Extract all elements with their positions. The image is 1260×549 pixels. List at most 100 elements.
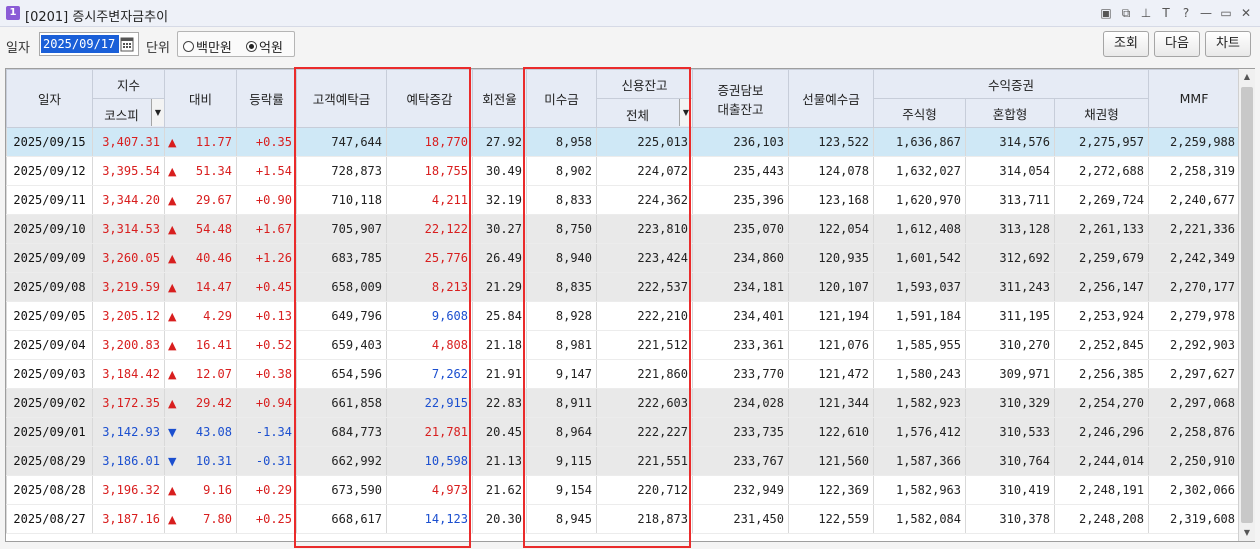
table-row[interactable]: 2025/08/27 3,187.16 ▲ 7.80 +0.25 668,617 14,12… [6, 504, 1241, 534]
table-row[interactable]: 2025/09/01 3,142.93 ▼ 43.08 -1.34 684,773 21,7… [6, 417, 1241, 447]
cell-stock: 1,636,867 [873, 127, 966, 157]
table-row[interactable]: 2025/08/28 3,196.32 ▲ 9.16 +0.29 673,590 4,973… [6, 475, 1241, 505]
cell-stock: 1,576,412 [873, 417, 966, 447]
cell-deposit: 649,796 [296, 301, 387, 331]
change-value: 7.80 [203, 512, 232, 526]
header-loan-line2: 대출잔고 [717, 101, 764, 117]
change-value: 51.34 [195, 164, 232, 178]
cell-bond: 2,275,957 [1053, 127, 1150, 157]
cell-deposit: 684,773 [296, 417, 387, 447]
maximize-icon[interactable]: ▭ [1218, 4, 1234, 22]
cell-mmf: 2,297,068 [1148, 388, 1241, 418]
cell-turnover: 27.92 [472, 127, 527, 157]
cell-change: ▲ 29.67 [164, 185, 237, 215]
font-icon[interactable]: T [1158, 4, 1174, 22]
table-row[interactable]: 2025/09/15 3,407.31 ▲ 11.77 +0.35 747,644 18,7… [6, 127, 1241, 157]
cell-turnover: 26.49 [472, 243, 527, 273]
table-row[interactable]: 2025/09/12 3,395.54 ▲ 51.34 +1.54 728,873 18,7… [6, 156, 1241, 186]
link-icon[interactable]: ▣ [1098, 4, 1114, 22]
cell-index: 3,186.01 [92, 446, 165, 476]
next-button[interactable]: 다음 [1154, 31, 1200, 57]
close-icon[interactable]: ✕ [1238, 4, 1254, 22]
cell-deposit-change: 14,123 [386, 504, 473, 534]
cell-credit: 223,810 [596, 214, 693, 244]
chevron-down-icon[interactable]: ▼ [151, 99, 164, 126]
cell-rate: +0.94 [236, 388, 297, 418]
cell-rate: +0.25 [236, 504, 297, 534]
chart-button[interactable]: 차트 [1205, 31, 1251, 57]
cell-bond: 2,259,679 [1053, 243, 1150, 273]
scroll-thumb[interactable] [1241, 87, 1253, 523]
cell-turnover: 20.30 [472, 504, 527, 534]
cell-stock: 1,582,923 [873, 388, 966, 418]
table-body: 2025/09/15 3,407.31 ▲ 11.77 +0.35 747,644 18,7… [6, 127, 1241, 534]
calendar-icon[interactable] [118, 35, 136, 53]
cell-rate: +0.45 [236, 272, 297, 302]
credit-select[interactable]: 전체 ▼ [596, 98, 693, 128]
cell-mmf: 2,240,677 [1148, 185, 1241, 215]
date-input[interactable] [41, 35, 119, 53]
table-row[interactable]: 2025/09/08 3,219.59 ▲ 14.47 +0.45 658,009 8,21… [6, 272, 1241, 302]
header-fund: 수익증권 [872, 69, 1150, 99]
cell-futures: 122,610 [788, 417, 874, 447]
query-button[interactable]: 조회 [1103, 31, 1149, 57]
cell-change: ▼ 10.31 [164, 446, 237, 476]
scroll-up-icon[interactable]: ▲ [1239, 69, 1255, 85]
table-row[interactable]: 2025/09/05 3,205.12 ▲ 4.29 +0.13 649,796 9,608… [6, 301, 1241, 331]
help-icon[interactable]: ? [1178, 4, 1194, 22]
cell-deposit-change: 18,755 [386, 156, 473, 186]
cell-date: 2025/09/12 [6, 156, 93, 186]
table-row[interactable]: 2025/09/10 3,314.53 ▲ 54.48 +1.67 705,907 22,1… [6, 214, 1241, 244]
up-arrow-icon: ▲ [168, 223, 177, 236]
cell-futures: 122,054 [788, 214, 874, 244]
scroll-down-icon[interactable]: ▼ [1239, 525, 1255, 541]
pin-icon[interactable]: ⊥ [1138, 4, 1154, 22]
cell-mmf: 2,270,177 [1148, 272, 1241, 302]
table-row[interactable]: 2025/09/03 3,184.42 ▲ 12.07 +0.38 654,596 7,26… [6, 359, 1241, 389]
cell-rate: +0.52 [236, 330, 297, 360]
cell-index: 3,184.42 [92, 359, 165, 389]
copy-window-icon[interactable]: ⧉ [1118, 4, 1134, 22]
cell-stock: 1,632,027 [873, 156, 966, 186]
cell-bond: 2,261,133 [1053, 214, 1150, 244]
cell-futures: 123,522 [788, 127, 874, 157]
cell-change: ▲ 11.77 [164, 127, 237, 157]
table-row[interactable]: 2025/09/04 3,200.83 ▲ 16.41 +0.52 659,403 4,80… [6, 330, 1241, 360]
cell-mmf: 2,319,608 [1148, 504, 1241, 534]
table-row[interactable]: 2025/09/11 3,344.20 ▲ 29.67 +0.90 710,118 4,21… [6, 185, 1241, 215]
unit-radio-million[interactable]: 백만원 [183, 37, 232, 56]
cell-deposit-change: 4,973 [386, 475, 473, 505]
chevron-down-icon[interactable]: ▼ [679, 99, 692, 126]
cell-stock: 1,582,084 [873, 504, 966, 534]
unit-radio-hundred-million[interactable]: 억원 [246, 37, 283, 56]
table-row[interactable]: 2025/09/09 3,260.05 ▲ 40.46 +1.26 683,785 25,7… [6, 243, 1241, 273]
minimize-icon[interactable]: — [1198, 4, 1214, 22]
up-arrow-icon: ▲ [168, 368, 177, 381]
cell-receivable: 8,928 [526, 301, 597, 331]
change-value: 29.42 [195, 396, 232, 410]
cell-receivable: 8,911 [526, 388, 597, 418]
cell-date: 2025/08/29 [6, 446, 93, 476]
cell-loan: 235,396 [692, 185, 789, 215]
cell-change: ▼ 43.08 [164, 417, 237, 447]
cell-turnover: 25.84 [472, 301, 527, 331]
cell-futures: 121,560 [788, 446, 874, 476]
cell-deposit-change: 22,915 [386, 388, 473, 418]
cell-deposit-change: 25,776 [386, 243, 473, 273]
date-field[interactable] [39, 32, 139, 56]
table-row[interactable]: 2025/09/02 3,172.35 ▲ 29.42 +0.94 661,858 22,9… [6, 388, 1241, 418]
cell-rate: +1.26 [236, 243, 297, 273]
cell-deposit: 654,596 [296, 359, 387, 389]
header-mmf: MMF [1148, 69, 1241, 128]
cell-rate: +0.29 [236, 475, 297, 505]
header-mixed: 혼합형 [965, 98, 1055, 128]
cell-loan: 234,401 [692, 301, 789, 331]
change-value: 14.47 [195, 280, 232, 294]
table-row[interactable]: 2025/08/29 3,186.01 ▼ 10.31 -0.31 662,992 10,5… [6, 446, 1241, 476]
cell-change: ▲ 29.42 [164, 388, 237, 418]
cell-turnover: 30.49 [472, 156, 527, 186]
header-bond: 채권형 [1053, 98, 1150, 128]
index-select[interactable]: 코스피 ▼ [92, 98, 165, 128]
vertical-scrollbar[interactable]: ▲ ▼ [1238, 69, 1255, 541]
cell-receivable: 8,981 [526, 330, 597, 360]
